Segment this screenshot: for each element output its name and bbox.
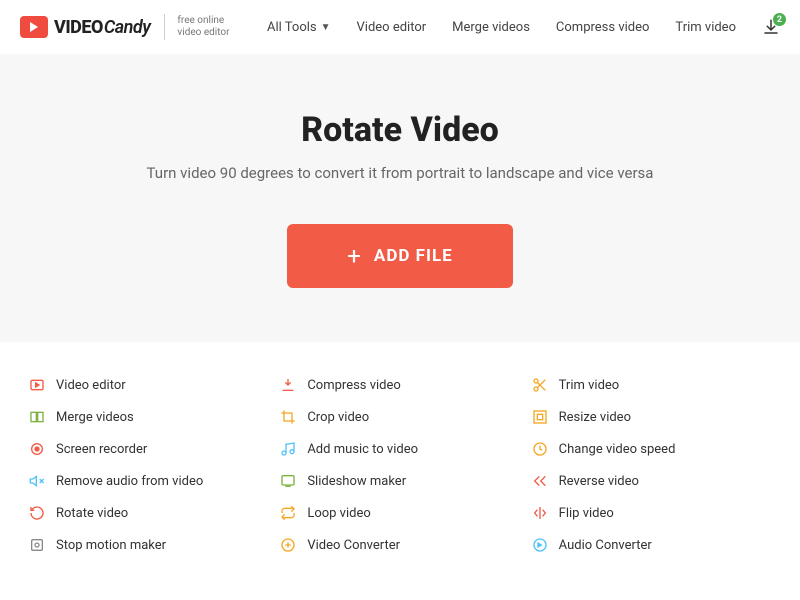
plus-icon: + (347, 244, 362, 268)
tool-label: Resize video (559, 410, 631, 425)
logo-text: VIDEO Candy (54, 17, 150, 38)
tagline-line1: free online (177, 15, 229, 27)
tool-reverse-video[interactable]: Reverse video (531, 472, 772, 490)
nav-compress-video[interactable]: Compress video (556, 20, 650, 35)
tool-flip-video[interactable]: Flip video (531, 504, 772, 522)
add-file-button[interactable]: + ADD FILE (287, 224, 512, 288)
hero: Rotate Video Turn video 90 degrees to co… (0, 54, 800, 342)
tool-screen-recorder[interactable]: Screen recorder (28, 440, 269, 458)
camera-icon (20, 16, 48, 38)
nav-compress-video-label: Compress video (556, 20, 650, 35)
nav-trim-video[interactable]: Trim video (675, 20, 736, 35)
slideshow-icon (279, 472, 297, 490)
tool-slideshow-maker[interactable]: Slideshow maker (279, 472, 520, 490)
scissors-icon (531, 376, 549, 394)
download-button[interactable]: 2 (762, 18, 780, 36)
mute-icon (28, 472, 46, 490)
tool-label: Video Converter (307, 538, 400, 553)
tool-label: Audio Converter (559, 538, 652, 553)
tool-label: Reverse video (559, 474, 639, 489)
tool-video-editor[interactable]: Video editor (28, 376, 269, 394)
tool-label: Video editor (56, 378, 126, 393)
music-icon (279, 440, 297, 458)
tool-merge-videos[interactable]: Merge videos (28, 408, 269, 426)
tool-label: Remove audio from video (56, 474, 203, 489)
tool-crop-video[interactable]: Crop video (279, 408, 520, 426)
compress-icon (279, 376, 297, 394)
tool-resize-video[interactable]: Resize video (531, 408, 772, 426)
tool-label: Trim video (559, 378, 620, 393)
resize-icon (531, 408, 549, 426)
tool-video-converter[interactable]: Video Converter (279, 536, 520, 554)
nav-trim-video-label: Trim video (675, 20, 736, 35)
tool-label: Loop video (307, 506, 370, 521)
logo-video: VIDEO (54, 17, 103, 38)
nav-all-tools[interactable]: All Tools ▼ (267, 20, 331, 35)
nav-merge-videos-label: Merge videos (452, 20, 530, 35)
tool-remove-audio[interactable]: Remove audio from video (28, 472, 269, 490)
speed-icon (531, 440, 549, 458)
tool-label: Crop video (307, 410, 369, 425)
add-file-label: ADD FILE (374, 246, 453, 266)
tool-add-music[interactable]: Add music to video (279, 440, 520, 458)
chevron-down-icon: ▼ (321, 22, 331, 33)
tools-grid: Video editor Compress video Trim video M… (0, 342, 800, 574)
tool-audio-converter[interactable]: Audio Converter (531, 536, 772, 554)
tool-label: Flip video (559, 506, 614, 521)
logo-divider (164, 14, 165, 40)
tool-label: Merge videos (56, 410, 134, 425)
tool-label: Stop motion maker (56, 538, 166, 553)
tool-change-speed[interactable]: Change video speed (531, 440, 772, 458)
nav-all-tools-label: All Tools (267, 20, 317, 35)
video-editor-icon (28, 376, 46, 394)
download-badge: 2 (773, 13, 786, 26)
tool-label: Change video speed (559, 442, 676, 457)
tool-rotate-video[interactable]: Rotate video (28, 504, 269, 522)
logo-tagline: free online video editor (177, 15, 229, 39)
record-icon (28, 440, 46, 458)
nav: All Tools ▼ Video editor Merge videos Co… (267, 18, 780, 36)
crop-icon (279, 408, 297, 426)
tool-loop-video[interactable]: Loop video (279, 504, 520, 522)
tool-trim-video[interactable]: Trim video (531, 376, 772, 394)
nav-merge-videos[interactable]: Merge videos (452, 20, 530, 35)
audio-converter-icon (531, 536, 549, 554)
video-converter-icon (279, 536, 297, 554)
loop-icon (279, 504, 297, 522)
rotate-icon (28, 504, 46, 522)
header: VIDEO Candy free online video editor All… (0, 0, 800, 54)
merge-icon (28, 408, 46, 426)
logo[interactable]: VIDEO Candy free online video editor (20, 14, 229, 40)
tool-label: Slideshow maker (307, 474, 406, 489)
tool-label: Add music to video (307, 442, 418, 457)
reverse-icon (531, 472, 549, 490)
tagline-line2: video editor (177, 27, 229, 39)
tool-label: Screen recorder (56, 442, 147, 457)
tool-stop-motion[interactable]: Stop motion maker (28, 536, 269, 554)
page-subtitle: Turn video 90 degrees to convert it from… (20, 164, 780, 182)
page-title: Rotate Video (20, 110, 780, 150)
tool-compress-video[interactable]: Compress video (279, 376, 520, 394)
nav-video-editor[interactable]: Video editor (357, 20, 427, 35)
logo-candy: Candy (104, 17, 151, 38)
nav-video-editor-label: Video editor (357, 20, 427, 35)
flip-icon (531, 504, 549, 522)
tool-label: Rotate video (56, 506, 128, 521)
stop-motion-icon (28, 536, 46, 554)
tool-label: Compress video (307, 378, 401, 393)
